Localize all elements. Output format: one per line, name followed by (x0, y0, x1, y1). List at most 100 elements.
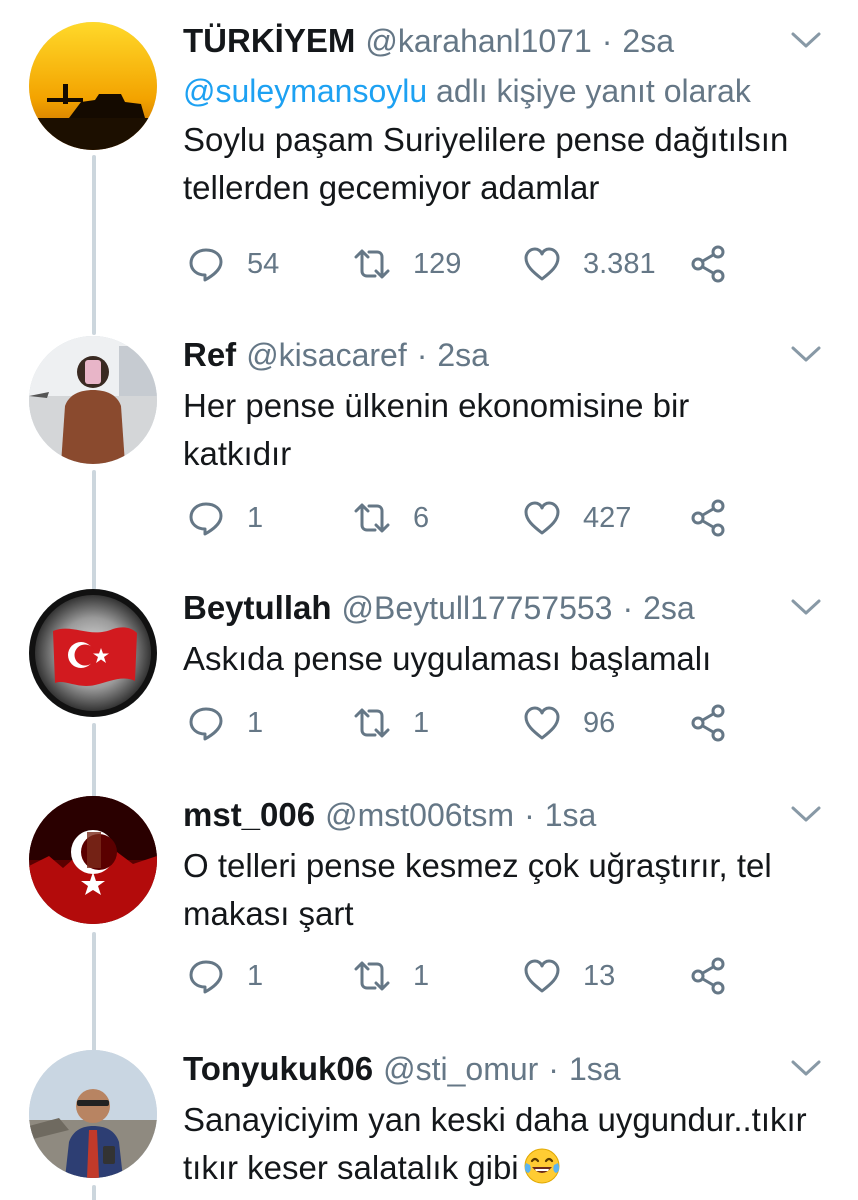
user-handle[interactable]: @sti_omur (383, 1051, 538, 1088)
tweet[interactable]: TÜRKİYEM @karahanl1071 · 2sa @suleymanso… (0, 22, 858, 322)
user-handle[interactable]: @Beytull17757553 (342, 590, 613, 627)
like-count: 13 (583, 959, 616, 992)
tweet-actions: 1 6 427 (183, 498, 743, 538)
reply-context: @suleymansoylu adlı kişiye yanıt olarak (183, 68, 828, 114)
avatar[interactable] (29, 336, 157, 464)
retweet-icon (354, 249, 390, 279)
tweet-text: Her pense ülkenin ekonomisine bir katkıd… (183, 387, 690, 472)
chevron-down-icon[interactable] (790, 342, 822, 366)
like-button[interactable]: 3.381 (523, 244, 656, 284)
share-icon (691, 957, 725, 995)
reply-button[interactable]: 1 (187, 498, 263, 538)
retweet-icon (354, 708, 390, 738)
tweet-header: Beytullah @Beytull17757553 · 2sa (183, 589, 828, 633)
retweet-button[interactable]: 1 (353, 703, 429, 743)
tweet[interactable]: Tonyukuk06 @sti_omur · 1sa Sanayiciyim y… (0, 1050, 858, 1200)
share-button[interactable] (689, 244, 727, 284)
user-handle[interactable]: @mst006tsm (325, 797, 514, 834)
tweet-text: Sanayiciyim yan keski daha uygundur..tık… (183, 1096, 838, 1192)
reply-count: 1 (247, 706, 264, 739)
avatar[interactable] (29, 589, 157, 717)
reply-button[interactable]: 1 (187, 703, 263, 743)
tweet[interactable]: Ref @kisacaref · 2sa Her pense ülkenin e… (0, 336, 858, 576)
like-count: 96 (583, 706, 616, 739)
tweet-text: Askıda pense uygulaması başlamalı (183, 640, 712, 677)
reply-icon (189, 707, 223, 741)
share-icon (691, 499, 725, 537)
share-icon (691, 245, 725, 283)
like-count: 427 (583, 501, 632, 534)
tweet-actions: 1 1 96 (183, 703, 743, 743)
reply-button[interactable]: 1 (187, 956, 263, 996)
tweet-text: O telleri pense kesmez çok uğraştırır, t… (183, 847, 772, 932)
share-button[interactable] (689, 498, 727, 538)
retweet-button[interactable]: 129 (353, 244, 461, 284)
tweet-header: TÜRKİYEM @karahanl1071 · 2sa (183, 22, 828, 66)
display-name[interactable]: Tonyukuk06 (183, 1050, 373, 1088)
avatar-image (29, 796, 157, 924)
retweet-count: 1 (413, 706, 430, 739)
like-icon (524, 706, 560, 740)
timestamp[interactable]: 2sa (622, 23, 674, 60)
like-icon (524, 959, 560, 993)
share-button[interactable] (689, 956, 727, 996)
user-handle[interactable]: @kisacaref (246, 337, 407, 374)
reply-count: 1 (247, 501, 264, 534)
avatar-image (29, 22, 157, 150)
tweet-text-body: Sanayiciyim yan keski daha uygundur..tık… (183, 1101, 807, 1186)
chevron-down-icon[interactable] (790, 28, 822, 52)
tweet[interactable]: mst_006 @mst006tsm · 1sa O telleri pense… (0, 796, 858, 1036)
retweet-button[interactable]: 6 (353, 498, 429, 538)
avatar-image (29, 589, 157, 717)
like-button[interactable]: 96 (523, 703, 615, 743)
separator: · (524, 797, 535, 833)
reply-icon (189, 502, 223, 536)
chevron-down-icon[interactable] (790, 1056, 822, 1080)
tears-of-joy-icon (524, 1148, 560, 1184)
tweet-actions: 54 129 3.381 (183, 244, 743, 284)
avatar-image (29, 336, 157, 464)
like-icon (524, 501, 560, 535)
retweet-count: 1 (413, 959, 430, 992)
reply-context-suffix: adlı kişiye yanıt olarak (427, 73, 751, 109)
chevron-down-icon[interactable] (790, 595, 822, 619)
share-button[interactable] (689, 703, 727, 743)
like-count: 3.381 (583, 247, 656, 280)
separator: · (622, 590, 634, 626)
share-icon (691, 704, 725, 742)
avatar[interactable] (29, 796, 157, 924)
tweet-text: Soylu paşam Suriyelilere pense dağıtılsı… (183, 121, 789, 206)
timestamp[interactable]: 2sa (643, 590, 695, 627)
retweet-icon (354, 961, 390, 991)
display-name[interactable]: Beytullah (183, 589, 332, 627)
like-button[interactable]: 427 (523, 498, 631, 538)
display-name[interactable]: TÜRKİYEM (183, 22, 355, 60)
timestamp[interactable]: 2sa (437, 337, 489, 374)
separator: · (601, 23, 613, 59)
tweet[interactable]: Beytullah @Beytull17757553 · 2sa Askıda … (0, 589, 858, 779)
reply-button[interactable]: 54 (187, 244, 279, 284)
timestamp[interactable]: 1sa (569, 1051, 621, 1088)
retweet-button[interactable]: 1 (353, 956, 429, 996)
user-handle[interactable]: @karahanl1071 (365, 23, 591, 60)
retweet-icon (354, 503, 390, 533)
separator: · (416, 337, 428, 373)
avatar[interactable] (29, 1050, 157, 1178)
reply-count: 1 (247, 959, 264, 992)
timestamp[interactable]: 1sa (545, 797, 597, 834)
mention-link[interactable]: @suleymansoylu (183, 73, 427, 109)
like-icon (524, 247, 560, 281)
retweet-count: 129 (413, 247, 462, 280)
reply-count: 54 (247, 247, 280, 280)
avatar-image (29, 1050, 157, 1178)
tweet-header: Tonyukuk06 @sti_omur · 1sa (183, 1050, 828, 1094)
display-name[interactable]: Ref (183, 336, 236, 374)
separator: · (548, 1051, 559, 1087)
retweet-count: 6 (413, 501, 430, 534)
display-name[interactable]: mst_006 (183, 796, 315, 834)
tweet-actions: 1 1 13 (183, 956, 743, 996)
tweet-header: mst_006 @mst006tsm · 1sa (183, 796, 828, 840)
avatar[interactable] (29, 22, 157, 150)
chevron-down-icon[interactable] (790, 802, 822, 826)
like-button[interactable]: 13 (523, 956, 615, 996)
